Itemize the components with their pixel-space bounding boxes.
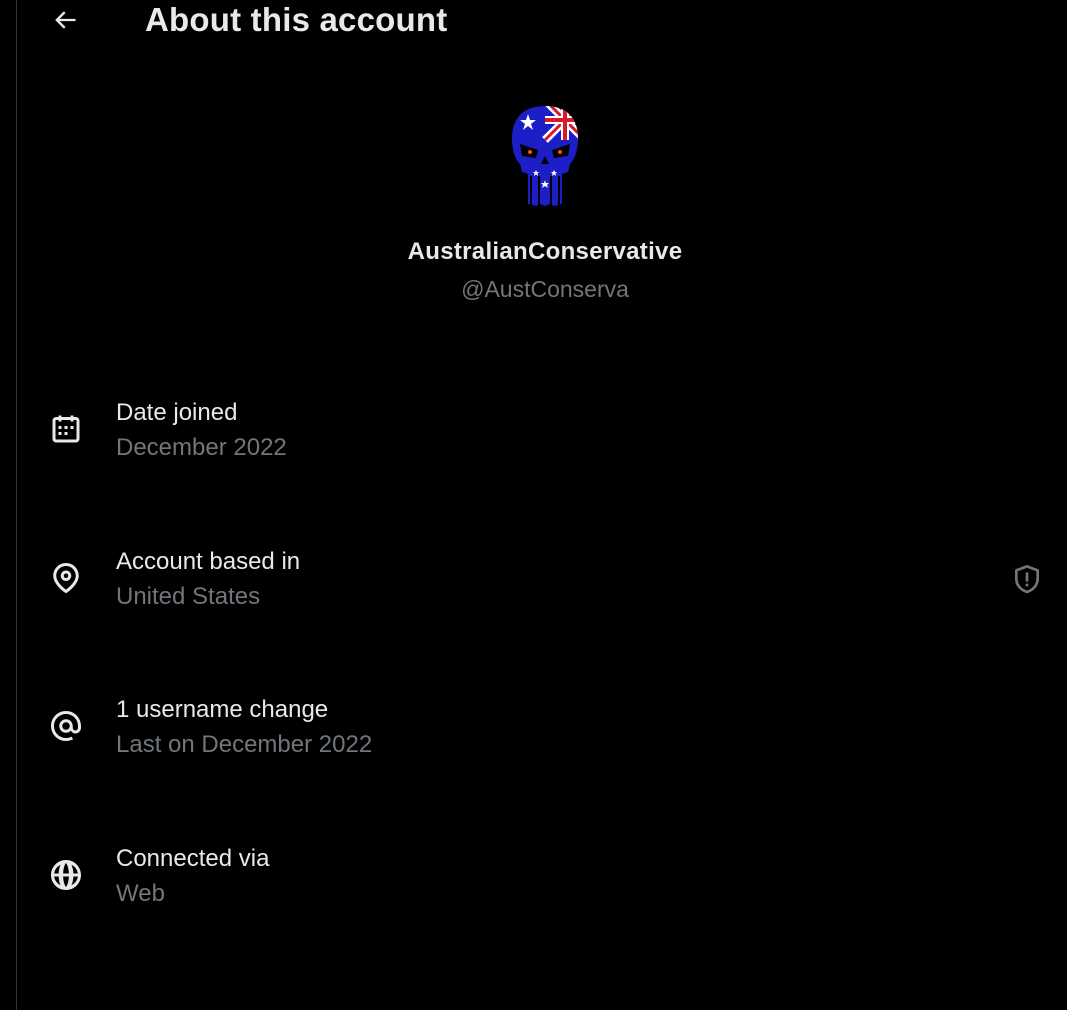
user-handle: @AustConserva	[461, 276, 629, 302]
profile-summary: AustralianConservative @AustConserva	[17, 100, 1067, 303]
info-label: Connected via	[116, 844, 270, 872]
info-value: Last on December 2022	[116, 731, 373, 758]
shield-alert-icon[interactable]	[1011, 563, 1045, 597]
display-name: AustralianConservative	[407, 238, 683, 265]
info-value: Web	[116, 879, 165, 907]
avatar[interactable]	[490, 100, 600, 210]
info-row-account-based-in: Account based in United States	[17, 545, 1067, 694]
account-info-list: Date joined December 2022 Account based …	[17, 396, 1067, 990]
info-row-username-changes: 1 username change Last on December 2022	[17, 693, 1067, 842]
info-label: 1 username change	[116, 696, 329, 723]
info-value: December 2022	[116, 434, 287, 461]
info-row-connected-via: Connected via Web	[17, 842, 1067, 991]
back-button[interactable]	[47, 2, 83, 38]
info-label: Account based in	[116, 547, 301, 575]
info-value: United States	[116, 582, 261, 610]
globe-icon	[47, 856, 85, 894]
at-sign-icon	[47, 707, 85, 745]
punisher-skull-avatar-icon	[490, 100, 600, 210]
info-row-date-joined: Date joined December 2022	[17, 396, 1067, 545]
calendar-icon	[47, 410, 85, 448]
arrow-left-icon	[55, 11, 76, 29]
location-pin-icon	[47, 559, 85, 597]
page-header: About this account	[17, 0, 1067, 44]
info-label: Date joined	[116, 399, 238, 426]
page-title: About this account	[145, 1, 448, 38]
